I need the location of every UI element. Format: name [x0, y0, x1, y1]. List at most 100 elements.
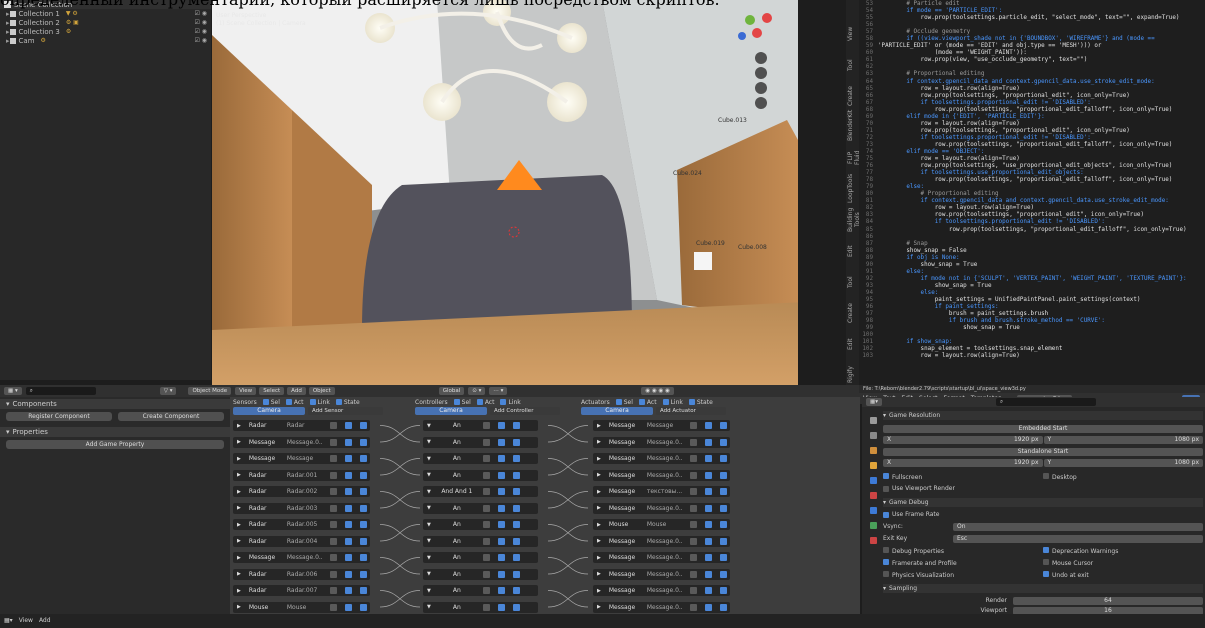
controller-brick[interactable]: ▼ An	[423, 568, 538, 580]
register-component-button[interactable]: Register Component	[6, 412, 112, 421]
sidebar-tab[interactable]: Tool	[847, 268, 858, 296]
sidebar-tab[interactable]: LoopTools	[847, 174, 858, 203]
sensor-brick[interactable]: ▶ Radar Radar.001	[233, 469, 370, 481]
sensor-brick[interactable]: ▶ Radar Radar.002	[233, 486, 370, 497]
properties-search[interactable]: ⌕	[995, 398, 1096, 406]
viewport-menu-item[interactable]: View	[235, 387, 257, 395]
actuator-brick[interactable]: ▶ Message Message	[593, 420, 730, 431]
sidebar-tab[interactable]: FLIP Fluid	[847, 144, 859, 172]
add-actuator-select[interactable]: Add Actuator	[656, 407, 726, 415]
actuator-brick[interactable]: ▶ Message текстовы...	[593, 486, 730, 497]
sensor-brick[interactable]: ▶ Radar Radar.007	[233, 585, 370, 596]
sidebar-tab[interactable]: Create	[847, 299, 858, 327]
sensor-brick[interactable]: ▶ Message Message	[233, 453, 370, 464]
properties-tab-icon[interactable]	[870, 417, 877, 424]
panel-section-header[interactable]: ▾ Game Debug	[883, 498, 1203, 507]
filter-button[interactable]: ▽ ▾	[159, 387, 177, 395]
outliner-item[interactable]: ▸ Collection 2 ⚙ ▣ ☑ ◉	[0, 18, 211, 27]
add-controller-select[interactable]: Add Controller	[490, 407, 560, 415]
controller-brick[interactable]: ▼ An	[423, 502, 538, 514]
checkbox-row[interactable]: Use Viewport Render	[883, 484, 1203, 493]
actuator-brick[interactable]: ▶ Message Message.0...	[593, 436, 730, 448]
properties-tab-icon[interactable]	[870, 477, 877, 484]
property-field[interactable]: Exit Key Esc	[883, 534, 1203, 543]
sensor-brick[interactable]: ▶ Radar Radar.003	[233, 502, 370, 514]
properties-tab-icon[interactable]	[870, 432, 877, 439]
outliner-item[interactable]: ▸ Collection 3 ⚙ ☑ ◉	[0, 27, 211, 36]
controller-brick[interactable]: ▼ An	[423, 585, 538, 596]
sensor-brick[interactable]: ▶ Message Message.0...	[233, 552, 370, 563]
3d-viewport[interactable]: User Perspective (1) Scene Collection | …	[212, 0, 798, 398]
sidebar-tab[interactable]: Create	[847, 82, 858, 110]
viewport-menu-item[interactable]: Object	[308, 387, 335, 395]
properties-tab-icon[interactable]	[870, 492, 877, 499]
sampling-field[interactable]: Render 64	[883, 596, 1203, 605]
viewport-menu-item[interactable]: Select	[259, 387, 285, 395]
status-menu[interactable]: View	[19, 617, 33, 624]
actuator-brick[interactable]: ▶ Message Message.0...	[593, 453, 730, 464]
sidebar-tab[interactable]: Edit	[847, 237, 858, 265]
add-sensor-select[interactable]: Add Sensor	[308, 407, 383, 415]
checkbox-row[interactable]: Fullscreen Desktop	[883, 472, 1203, 481]
sensor-brick[interactable]: ▶ Radar Radar.004	[233, 535, 370, 547]
properties-tab-icon[interactable]	[870, 507, 877, 514]
resolution-fields[interactable]: X 1920 px Y 1080 px	[883, 435, 1203, 444]
sensor-brick[interactable]: ▶ Radar Radar.005	[233, 519, 370, 530]
sensor-brick[interactable]: ▶ Mouse Mouse	[233, 601, 370, 613]
viewport-menu-item[interactable]: Add	[287, 387, 306, 395]
shading-button[interactable]: ◉ ◉ ◉ ◉	[641, 387, 674, 395]
actuator-brick[interactable]: ▶ Message Message.0...	[593, 601, 730, 613]
actuators-object[interactable]: Camera	[581, 407, 653, 415]
properties-tab-icon[interactable]	[870, 462, 877, 469]
actuator-brick[interactable]: ▶ Message Message.0...	[593, 469, 730, 481]
properties-tab-icon[interactable]	[870, 522, 877, 529]
status-menu[interactable]: Add	[39, 617, 51, 624]
editor-icon[interactable]: ▦▾	[4, 617, 13, 624]
start-button[interactable]: Embedded Start	[883, 424, 1203, 433]
actuator-brick[interactable]: ▶ Mouse Mouse	[593, 519, 730, 530]
controllers-object[interactable]: Camera	[415, 407, 487, 415]
sensor-brick[interactable]: ▶ Radar Radar	[233, 420, 370, 431]
editor-type-button[interactable]: ▦▾	[866, 398, 882, 406]
mode-select[interactable]: Object Mode	[188, 387, 232, 395]
sidebar-tab[interactable]: BlenderKit	[847, 110, 858, 141]
actuator-brick[interactable]: ▶ Message Message.0...	[593, 502, 730, 514]
controller-brick[interactable]: ▼ An	[423, 469, 538, 481]
controller-brick[interactable]: ▼ An	[423, 601, 538, 613]
actuator-brick[interactable]: ▶ Message Message.0...	[593, 585, 730, 596]
outliner-item[interactable]: ▸ Collection 1 ▼ ⚙ ☑ ◉	[0, 9, 211, 18]
visibility-icon[interactable]: ☑ ◉	[194, 37, 207, 44]
property-field[interactable]: Vsync: On	[883, 522, 1203, 531]
sidebar-tab[interactable]: View	[847, 20, 858, 48]
create-component-button[interactable]: Create Component	[118, 412, 224, 421]
sensor-brick[interactable]: ▶ Radar Radar.006	[233, 568, 370, 580]
search-field[interactable]: ⌕	[25, 387, 96, 395]
logic-editor[interactable]: Sensors Sel Act Link State Camera Add Sensor …	[230, 397, 860, 614]
visibility-icon[interactable]: ☑ ◉	[194, 28, 207, 35]
start-button[interactable]: Standalone Start	[883, 447, 1203, 456]
actuator-brick[interactable]: ▶ Message Message.0...	[593, 535, 730, 547]
controller-brick[interactable]: ▼ An	[423, 535, 538, 547]
properties-tab-icon[interactable]	[870, 537, 877, 544]
sensors-object[interactable]: Camera	[233, 407, 305, 415]
outliner-item[interactable]: ▸ Cam ⚙ ☑ ◉	[0, 36, 211, 45]
sensor-brick[interactable]: ▶ Message Message.0...	[233, 436, 370, 448]
checkbox-row[interactable]: Use Frame Rate	[883, 510, 1203, 519]
sidebar-tab[interactable]: Edit	[847, 330, 858, 358]
sidebar-tab[interactable]: Building Tools	[847, 206, 859, 234]
snap-button[interactable]: ⋯ ▾	[489, 387, 508, 395]
properties-header[interactable]: ▾ Properties	[0, 427, 230, 437]
actuator-brick[interactable]: ▶ Message Message.0...	[593, 568, 730, 580]
panel-section-header[interactable]: ▾ Game Resolution	[883, 411, 1203, 420]
checkbox-row[interactable]: Debug Properties Deprecation Warnings	[883, 546, 1203, 555]
visibility-icon[interactable]: ☑ ◉	[194, 19, 207, 26]
editor-type-button[interactable]: ▦ ▾	[4, 387, 22, 395]
add-game-property-button[interactable]: Add Game Property	[6, 440, 224, 449]
transform-orientation[interactable]: Global	[438, 387, 465, 395]
controller-brick[interactable]: ▼ An	[423, 519, 538, 530]
visibility-icon[interactable]: ☑ ◉	[194, 10, 207, 17]
controller-brick[interactable]: ▼ An	[423, 453, 538, 464]
components-header[interactable]: ▾ Components	[0, 399, 230, 409]
panel-section-header[interactable]: ▾ Sampling	[883, 584, 1203, 593]
actuator-brick[interactable]: ▶ Message Message.0...	[593, 552, 730, 563]
